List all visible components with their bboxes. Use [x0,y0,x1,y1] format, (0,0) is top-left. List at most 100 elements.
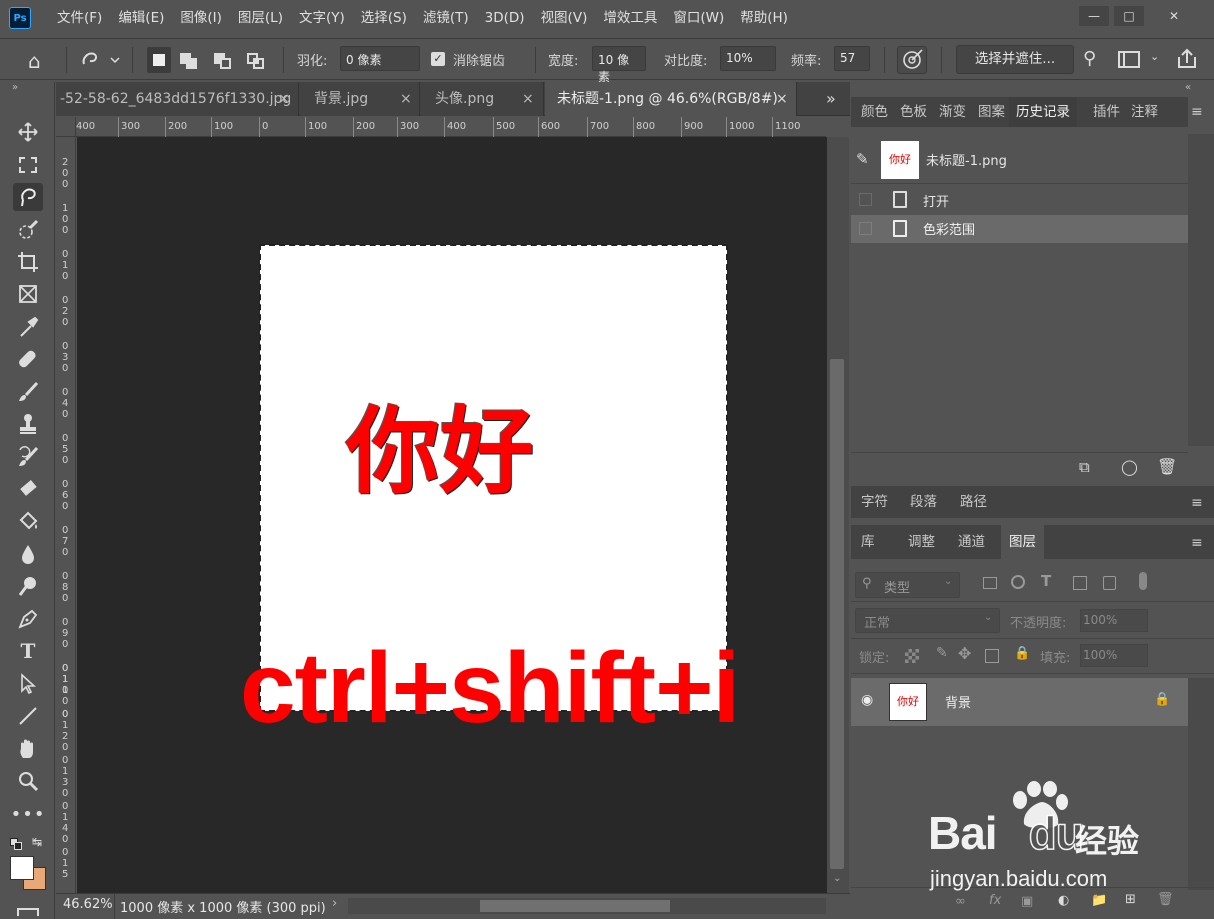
subtract-from-selection-icon[interactable] [214,53,232,69]
menu-item[interactable]: 滤镜(T) [415,0,477,36]
tab-close-icon[interactable]: × [400,82,412,116]
brush-tool-icon[interactable] [13,378,43,406]
contrast-input[interactable]: 10% [720,46,776,71]
tab-notes[interactable]: 注释 [1127,97,1162,127]
layer-lock-icon[interactable]: 🔒 [1154,692,1170,707]
swap-colors-icon[interactable]: ↹ [32,835,42,849]
tab-plugins[interactable]: 插件 [1089,97,1124,127]
menu-item[interactable]: 选择(S) [353,0,415,36]
trash-icon[interactable]: 🗑 [1157,457,1177,476]
tab-color[interactable]: 颜色 [857,97,892,127]
tab-swatches[interactable]: 色板 [896,97,931,127]
tab-layers[interactable]: 图层 [1001,525,1044,559]
panel-menu-icon[interactable]: ≡ [1191,495,1203,511]
tab-character[interactable]: 字符 [857,487,892,517]
tab-paragraph[interactable]: 段落 [906,487,941,517]
minimize-icon[interactable]: — [1079,6,1109,26]
tab-channels[interactable]: 通道 [954,527,989,557]
default-colors-icon[interactable] [10,838,24,850]
tab-image-jpg[interactable]: -52-58-62_6483dd1576f1330.jpg [56,82,299,116]
tab-history[interactable]: 历史记录 [1009,97,1077,127]
menu-item[interactable]: 帮助(H) [732,0,796,36]
tab-paths[interactable]: 路径 [956,487,991,517]
frequency-input[interactable]: 57 [834,46,870,71]
paint-bucket-tool-icon[interactable] [13,507,43,535]
filter-toggle[interactable] [1139,572,1147,590]
lasso-tool-icon[interactable] [13,183,43,211]
tab-close-icon[interactable]: × [522,82,534,116]
menu-item[interactable]: 图像(I) [172,0,230,36]
history-brush-tool-icon[interactable] [13,443,43,471]
opacity-input[interactable]: 100% [1080,609,1148,632]
scroll-down-icon[interactable]: ⌄ [833,873,841,884]
menu-item[interactable]: 视图(V) [533,0,596,36]
filter-pixel-icon[interactable] [983,577,997,589]
restore-icon[interactable]: □ [1114,6,1144,26]
layers-scrollbar[interactable] [1188,678,1214,890]
blend-mode-select[interactable]: 正常 ⌄ [855,608,1000,633]
feather-input[interactable]: 0 像素 [340,46,420,71]
status-menu-icon[interactable]: › [332,896,337,911]
history-item-active[interactable]: 色彩范围 [851,215,1188,243]
lock-all-icon[interactable]: 🔒 [1014,646,1030,661]
eraser-tool-icon[interactable] [13,475,43,503]
history-snapshot[interactable]: ✎ 你好 未标题-1.png [851,138,1188,184]
type-tool-icon[interactable]: T [13,637,43,665]
camera-icon[interactable]: ◯ [1121,458,1138,476]
ruler-origin[interactable] [56,117,76,137]
history-scrollbar[interactable] [1188,134,1214,446]
history-brush-checkbox[interactable] [859,193,872,206]
vertical-scrollbar[interactable]: ⌄ [827,137,849,893]
horizontal-scrollbar[interactable] [348,898,826,914]
lock-image-icon[interactable]: ✎ [936,645,948,661]
menu-item[interactable]: 图层(L) [230,0,291,36]
horizontal-scroll-thumb[interactable] [480,900,670,912]
add-to-selection-icon[interactable] [180,53,198,69]
menu-item[interactable]: 窗口(W) [665,0,732,36]
stylus-pressure-icon[interactable] [897,46,927,74]
workspace-dropdown-icon[interactable]: ⌄ [1150,50,1159,63]
width-input[interactable]: 10 像素 [592,46,646,84]
zoom-level[interactable]: 46.62% [63,897,113,912]
menu-item[interactable]: 文件(F) [49,0,110,36]
visibility-eye-icon[interactable]: ◉ [861,692,873,708]
tab-close-icon[interactable]: × [776,82,788,116]
hand-tool-icon[interactable] [13,735,43,763]
menu-item[interactable]: 3D(D) [477,0,533,36]
foreground-color-swatch[interactable] [10,856,34,880]
filter-smart-object-icon[interactable] [1103,576,1116,590]
collapse-tools-icon[interactable]: » [12,82,18,93]
close-icon[interactable]: ✕ [1159,6,1189,26]
tab-patterns[interactable]: 图案 [974,97,1009,127]
antialias-checkbox[interactable]: ✓ [431,52,445,66]
history-brush-checkbox[interactable] [859,222,872,235]
more-tools-icon[interactable]: ••• [11,800,45,828]
collapse-panels-icon[interactable]: « [851,82,1214,98]
intersect-selection-icon[interactable] [247,53,265,69]
quick-selection-tool-icon[interactable] [13,216,43,244]
tab-adjustments[interactable]: 调整 [904,527,939,557]
path-selection-tool-icon[interactable] [13,670,43,698]
panel-menu-icon[interactable]: ≡ [1191,535,1203,551]
share-icon[interactable] [1176,48,1198,70]
history-brush-source-icon[interactable]: ✎ [856,150,869,168]
home-icon[interactable]: ⌂ [28,49,41,73]
tab-libraries[interactable]: 库 [857,527,879,557]
healing-brush-tool-icon[interactable] [13,345,43,373]
line-tool-icon[interactable] [13,702,43,730]
filter-adjustment-icon[interactable] [1011,575,1025,589]
dodge-tool-icon[interactable] [13,572,43,600]
zoom-tool-icon[interactable] [13,767,43,795]
pen-tool-icon[interactable] [13,605,43,633]
menu-item[interactable]: 编辑(E) [110,0,172,36]
filter-shape-icon[interactable] [1073,576,1087,590]
marquee-tool-icon[interactable] [13,151,43,179]
layer-row-background[interactable]: ◉ 你好 背景 🔒 [851,678,1188,726]
vertical-scroll-thumb[interactable] [830,359,844,869]
filter-type-icon[interactable]: T [1041,572,1051,590]
lock-artboard-icon[interactable] [985,649,999,663]
new-selection-icon[interactable] [147,47,171,73]
clone-stamp-tool-icon[interactable] [13,410,43,438]
move-tool-icon[interactable] [13,118,43,146]
select-and-mask-button[interactable]: 选择并遮住... [956,45,1074,74]
